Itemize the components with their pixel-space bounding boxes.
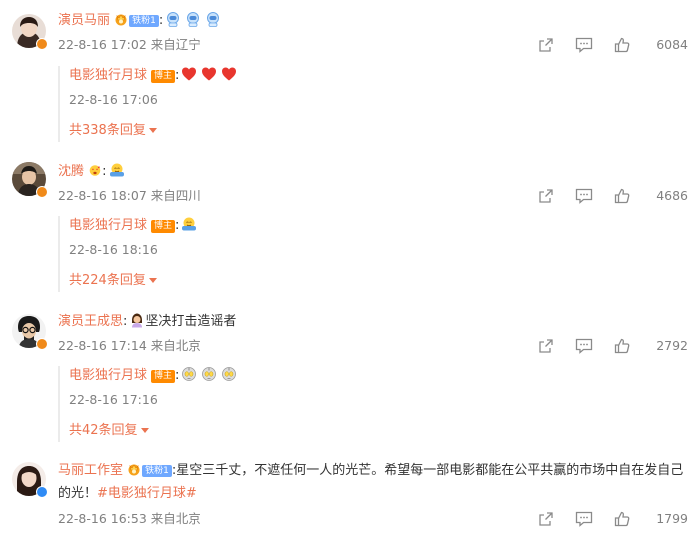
hashtag-link[interactable]: #电影独行月球# bbox=[97, 486, 197, 501]
share-icon[interactable] bbox=[538, 37, 554, 53]
reply-block: 电影独行月球 博主: 22-8-16 17:16 共42条回复 bbox=[58, 366, 660, 442]
astronaut-emoji-icon bbox=[165, 11, 181, 27]
share-icon[interactable] bbox=[538, 511, 554, 527]
view-replies-link[interactable]: 共338条回复 bbox=[69, 123, 157, 139]
ultraman-emoji-icon bbox=[221, 366, 237, 382]
reply-text: : bbox=[175, 368, 180, 383]
username[interactable]: 马丽工作室 bbox=[58, 463, 123, 478]
thumbs-up-icon[interactable] bbox=[614, 37, 630, 53]
thumbs-up-icon[interactable] bbox=[614, 511, 630, 527]
blogger-badge: 博主 bbox=[151, 370, 176, 383]
heart-emoji-icon bbox=[201, 66, 217, 82]
comment-icon[interactable] bbox=[575, 511, 593, 527]
ultraman-emoji-icon bbox=[181, 366, 197, 382]
crown-icon bbox=[127, 463, 141, 476]
comment-item: 演员马丽 铁粉1: 22-8-16 17:02 来自辽宁 6084 电影独行月球… bbox=[0, 0, 700, 150]
comment-item: 演员王成思: 坚决打击造谣者 22-8-16 17:14 来自北京 2792 电影… bbox=[0, 300, 700, 450]
astronaut-emoji-icon bbox=[185, 11, 201, 27]
comment-item: 马丽工作室 铁粉1:星空三千丈，不遮任何一人的光芒。希望每一部电影都能在公平共赢… bbox=[0, 450, 700, 534]
verified-badge-icon bbox=[36, 486, 48, 498]
share-icon[interactable] bbox=[538, 188, 554, 204]
reply-time: 22-8-16 18:16 bbox=[69, 242, 158, 257]
comment-meta: 22-8-16 16:53 来自北京 bbox=[58, 511, 201, 526]
reply-block: 电影独行月球 博主: 22-8-16 17:06 共338条回复 bbox=[58, 66, 660, 142]
comment-meta: 22-8-16 18:07 来自四川 bbox=[58, 188, 201, 203]
reply-text: : bbox=[175, 218, 180, 233]
fan-badge: 铁粉1 bbox=[142, 465, 172, 477]
hug-emoji-icon bbox=[181, 216, 197, 232]
view-replies-label: 共338条回复 bbox=[69, 123, 146, 138]
reply-block: 电影独行月球 博主: 22-8-16 18:16 共224条回复 bbox=[58, 216, 660, 292]
chevron-down-icon bbox=[148, 278, 157, 283]
like-count: 2792 bbox=[656, 338, 688, 353]
comment-actions: 6084 bbox=[538, 37, 688, 53]
verified-badge-icon bbox=[36, 38, 48, 50]
verified-badge-icon bbox=[36, 186, 48, 198]
comment-body: 马丽工作室 铁粉1:星空三千丈，不遮任何一人的光芒。希望每一部电影都能在公平共赢… bbox=[58, 459, 688, 505]
heart-emoji-icon bbox=[221, 66, 237, 82]
username[interactable]: 演员马丽 bbox=[58, 13, 110, 28]
blogger-badge: 博主 bbox=[151, 220, 176, 233]
comment-actions: 2792 bbox=[538, 338, 688, 354]
reply-username[interactable]: 电影独行月球 bbox=[69, 368, 147, 383]
reply-username[interactable]: 电影独行月球 bbox=[69, 68, 147, 83]
heart-emoji-icon bbox=[181, 66, 197, 82]
like-count: 1799 bbox=[656, 511, 688, 526]
comment-meta: 22-8-16 17:14 来自北京 bbox=[58, 338, 201, 353]
comment-text-continued: 坚决打击造谣者 bbox=[145, 314, 237, 329]
comment-text: : bbox=[123, 314, 128, 329]
view-replies-link[interactable]: 共224条回复 bbox=[69, 273, 157, 289]
reply-username[interactable]: 电影独行月球 bbox=[69, 218, 147, 233]
comment-item: 沈腾 : 22-8-16 18:07 来自四川 4686 电影独行月球 博主: 2… bbox=[0, 150, 700, 300]
view-replies-label: 共224条回复 bbox=[69, 273, 146, 288]
comment-icon[interactable] bbox=[575, 338, 593, 354]
chevron-down-icon bbox=[140, 428, 149, 433]
hug-emoji-icon bbox=[109, 162, 125, 178]
thumbs-up-icon[interactable] bbox=[614, 188, 630, 204]
reply-time: 22-8-16 17:06 bbox=[69, 92, 158, 107]
comment-icon[interactable] bbox=[575, 37, 593, 53]
love-face-emoji-icon bbox=[88, 164, 102, 177]
ultraman-emoji-icon bbox=[201, 366, 217, 382]
reply-time: 22-8-16 17:16 bbox=[69, 392, 158, 407]
verified-badge-icon bbox=[36, 338, 48, 350]
comment-meta: 22-8-16 17:02 来自辽宁 bbox=[58, 37, 201, 52]
thumbs-up-icon[interactable] bbox=[614, 338, 630, 354]
comment-actions: 1799 bbox=[538, 511, 688, 527]
username[interactable]: 演员王成思 bbox=[58, 314, 123, 329]
fan-badge: 铁粉1 bbox=[129, 15, 159, 27]
share-icon[interactable] bbox=[538, 338, 554, 354]
comment-icon[interactable] bbox=[575, 188, 593, 204]
comment-actions: 4686 bbox=[538, 188, 688, 204]
username[interactable]: 沈腾 bbox=[58, 164, 84, 179]
like-count: 6084 bbox=[656, 37, 688, 52]
view-replies-label: 共42条回复 bbox=[69, 423, 138, 438]
astronaut-emoji-icon bbox=[205, 11, 221, 27]
like-count: 4686 bbox=[656, 188, 688, 203]
comment-text: : bbox=[158, 13, 164, 28]
chevron-down-icon bbox=[148, 128, 157, 133]
reply-text: : bbox=[175, 68, 180, 83]
crown-icon bbox=[114, 13, 128, 26]
woman-emoji-icon bbox=[129, 312, 145, 328]
view-replies-link[interactable]: 共42条回复 bbox=[69, 423, 149, 439]
comment-text: : bbox=[102, 164, 107, 179]
blogger-badge: 博主 bbox=[151, 70, 176, 83]
